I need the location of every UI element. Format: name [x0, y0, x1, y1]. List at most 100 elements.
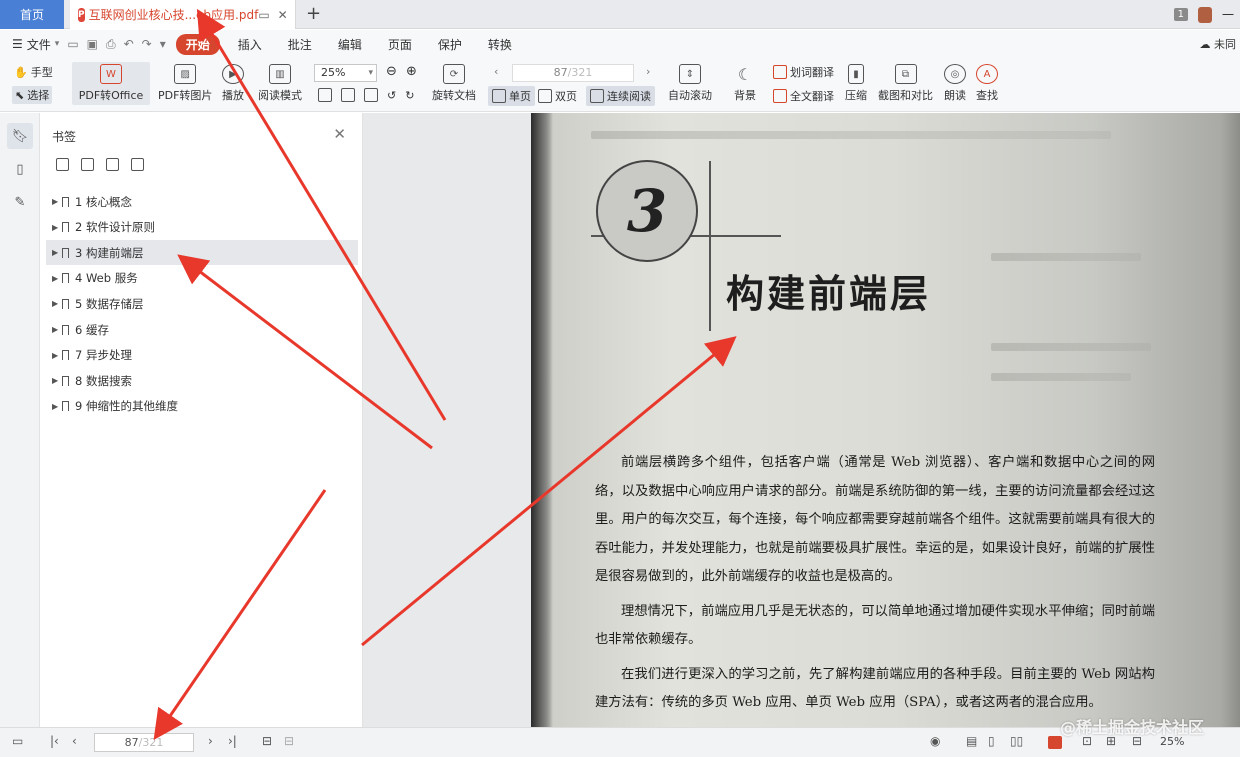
window-count-badge[interactable]: 1: [1173, 8, 1188, 21]
bookmark-item[interactable]: ▶ 5 数据存储层: [46, 291, 358, 316]
double-page-button[interactable]: 双页: [534, 86, 581, 106]
tab-home[interactable]: 首页: [0, 0, 64, 29]
bookmark-item[interactable]: ▶ 8 数据搜索: [46, 368, 358, 393]
forward-view-icon[interactable]: ⊟: [284, 734, 294, 748]
cloud-sync-status[interactable]: ☁ 未同: [1200, 36, 1237, 52]
undo-icon[interactable]: ↶: [124, 37, 134, 52]
annotation-panel-icon[interactable]: ✎: [7, 189, 33, 215]
menu-item-edit[interactable]: 编辑: [330, 34, 370, 55]
actual-size-icon[interactable]: [318, 88, 332, 102]
read-aloud-button[interactable]: ◎ 朗读: [944, 64, 966, 103]
select-tool-label: 选择: [27, 89, 50, 102]
back-view-icon[interactable]: ⊟: [262, 734, 272, 748]
hand-tool-label: 手型: [30, 66, 53, 79]
close-tab-icon[interactable]: ✕: [278, 8, 288, 22]
tab-document[interactable]: P 互联网创业核心技...eb应用.pdf ▭ ✕: [70, 0, 296, 29]
compress-button[interactable]: ▮ 压缩: [845, 64, 867, 103]
collapse-all-icon[interactable]: [81, 158, 94, 171]
document-view[interactable]: 3 构建前端层 前端层横跨多个组件，包括客户端（通常是 Web 浏览器）、客户端…: [363, 113, 1240, 727]
zoom-in-icon[interactable]: ⊕: [406, 64, 417, 79]
eye-protect-icon[interactable]: ◉: [930, 734, 940, 748]
bookmark-item[interactable]: ▶ 2 软件设计原则: [46, 215, 358, 240]
fit-width-icon[interactable]: [364, 88, 378, 102]
chapter-title: 构建前端层: [726, 271, 932, 316]
next-page-chevron-icon[interactable]: ›: [646, 65, 650, 78]
expand-arrow-icon[interactable]: ▶: [52, 248, 62, 257]
background-button[interactable]: ☾ 背景: [734, 64, 756, 103]
status-double-page-icon[interactable]: ▯: [988, 734, 995, 748]
redo-icon[interactable]: ↷: [142, 37, 152, 52]
sidebar-toggle-icon[interactable]: ▭: [12, 734, 23, 748]
menu-item-start[interactable]: 开始: [175, 33, 220, 55]
fit-page-icon[interactable]: [341, 88, 355, 102]
pdf-to-image-button[interactable]: ▨ PDF转图片: [158, 64, 212, 103]
open-folder-icon[interactable]: ▭: [67, 37, 78, 52]
auto-scroll-button[interactable]: ⇕ 自动滚动: [668, 64, 712, 103]
expand-arrow-icon[interactable]: ▶: [52, 351, 62, 360]
select-tool-button[interactable]: ⬉ 选择: [12, 86, 53, 104]
bookmark-item[interactable]: ▶ 9 伸缩性的其他维度: [46, 394, 358, 419]
hand-tool-button[interactable]: ✋ 手型: [14, 64, 53, 80]
close-icon[interactable]: ✕: [333, 125, 346, 143]
status-page-input[interactable]: 87/321: [94, 733, 194, 752]
expand-arrow-icon[interactable]: ▶: [52, 197, 62, 206]
bookmark-item[interactable]: ▶ 7 异步处理: [46, 343, 358, 368]
full-translate-icon: [773, 89, 787, 103]
bookmark-item[interactable]: ▶ 4 Web 服务: [46, 266, 358, 291]
pdf-to-office-button[interactable]: W PDF转Office: [72, 62, 150, 105]
last-page-icon[interactable]: ›|: [228, 734, 237, 748]
word-translate-button[interactable]: 划词翻译: [773, 64, 834, 80]
expand-arrow-icon[interactable]: ▶: [52, 376, 62, 385]
bookmark-settings-icon[interactable]: [131, 158, 144, 171]
menu-item-page[interactable]: 页面: [380, 34, 420, 55]
full-translate-label: 全文翻译: [790, 90, 834, 103]
add-bookmark-icon[interactable]: [106, 158, 119, 171]
expand-arrow-icon[interactable]: ▶: [52, 223, 62, 232]
rotate-right-icon[interactable]: ↻: [405, 89, 414, 102]
tab-document-title: 互联网创业核心技...eb应用.pdf: [88, 8, 259, 22]
prev-page-icon[interactable]: ‹: [72, 734, 77, 748]
rotate-left-icon[interactable]: ↺: [387, 89, 396, 102]
compress-icon: ▮: [848, 64, 864, 84]
expand-all-icon[interactable]: [56, 158, 69, 171]
screenshot-compare-button[interactable]: ⧉ 截图和对比: [878, 64, 933, 103]
menu-item-insert[interactable]: 插入: [230, 34, 270, 55]
status-single-page-icon[interactable]: ▤: [966, 734, 977, 748]
rotate-document-button[interactable]: ⟳ 旋转文档: [432, 64, 476, 103]
prev-page-chevron-icon[interactable]: ‹: [494, 65, 498, 78]
expand-arrow-icon[interactable]: ▶: [52, 274, 62, 283]
status-continuous-icon[interactable]: ▯▯: [1010, 734, 1023, 748]
menu-item-annotate[interactable]: 批注: [280, 34, 320, 55]
expand-arrow-icon[interactable]: ▶: [52, 325, 62, 334]
bookmark-panel-icon[interactable]: 🔖︎: [7, 123, 33, 149]
expand-arrow-icon[interactable]: ▶: [52, 299, 62, 308]
bookmark-item[interactable]: ▶ 1 核心概念: [46, 189, 358, 214]
window-icon[interactable]: ▭: [258, 8, 269, 22]
zoom-out-icon[interactable]: ⊖: [386, 64, 397, 79]
play-button[interactable]: ▶ 播放: [222, 64, 244, 103]
read-mode-button[interactable]: ▥ 阅读模式: [258, 64, 302, 103]
find-button[interactable]: A 查找: [976, 64, 998, 103]
expand-arrow-icon[interactable]: ▶: [52, 402, 62, 411]
image-icon: ▨: [174, 64, 197, 84]
bookmark-item[interactable]: ▶ 6 缓存: [46, 317, 358, 342]
file-menu[interactable]: ☰ 文件 ▾: [12, 36, 59, 53]
chevron-down-icon: ▾: [54, 39, 60, 49]
single-page-button[interactable]: 单页: [488, 86, 535, 106]
menu-item-convert[interactable]: 转换: [480, 34, 520, 55]
first-page-icon[interactable]: |‹: [50, 734, 59, 748]
quick-access-more-icon[interactable]: ▾: [160, 37, 166, 52]
full-translate-button[interactable]: 全文翻译: [773, 88, 834, 104]
new-tab-plus-icon[interactable]: +: [306, 3, 321, 24]
continuous-read-button[interactable]: 连续阅读: [586, 86, 655, 106]
print-icon[interactable]: ⎙: [106, 37, 116, 52]
minimize-icon[interactable]: 一: [1222, 6, 1234, 23]
avatar[interactable]: [1197, 6, 1212, 23]
bookmark-item[interactable]: ▶ 3 构建前端层: [46, 240, 358, 266]
zoom-select[interactable]: 25%: [314, 64, 377, 82]
save-icon[interactable]: ▣: [87, 37, 98, 52]
menu-item-protect[interactable]: 保护: [430, 34, 470, 55]
thumbnail-panel-icon[interactable]: ▯: [7, 156, 33, 182]
page-number-input[interactable]: 87/321: [512, 64, 634, 82]
next-page-icon[interactable]: ›: [208, 734, 213, 748]
